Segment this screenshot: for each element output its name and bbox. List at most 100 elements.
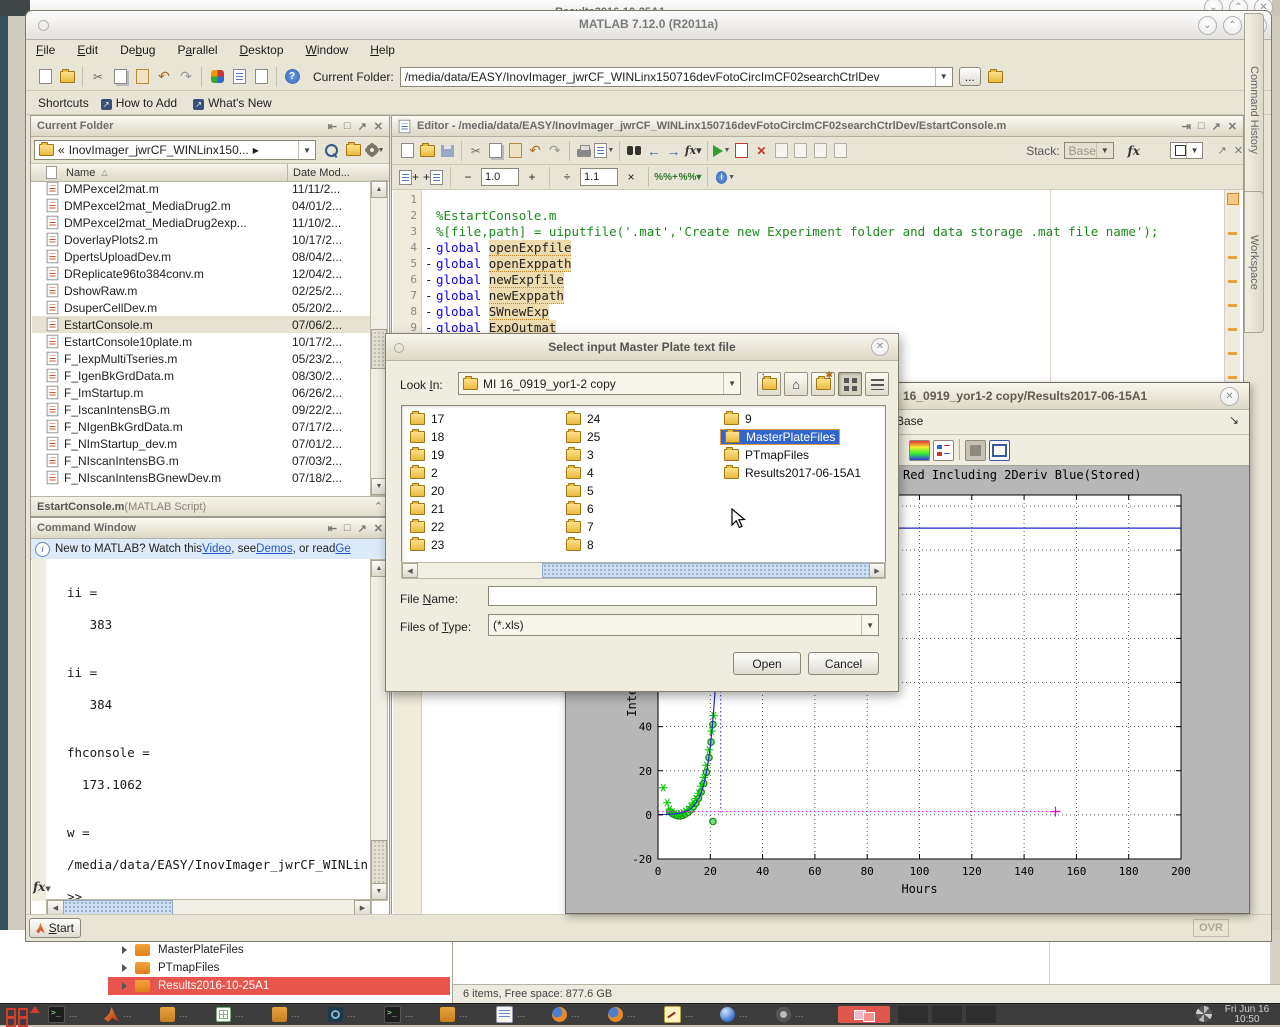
minimize-button[interactable]: ⌄	[1198, 16, 1217, 35]
info-icon[interactable]: i▼	[714, 166, 736, 188]
current-position-mark[interactable]	[1227, 193, 1239, 205]
new-file-icon[interactable]	[34, 66, 56, 88]
home-button[interactable]: ⌂	[784, 372, 808, 396]
name-column-header[interactable]: Name	[66, 167, 95, 179]
guide-icon[interactable]	[228, 66, 250, 88]
maximize-button[interactable]: ⌃	[1223, 16, 1242, 35]
open-folder-icon[interactable]	[56, 66, 78, 88]
increase-value-icon[interactable]: +	[521, 166, 543, 188]
file-row[interactable]: EstartConsole.m07/06/2...	[32, 316, 372, 333]
dialog-folder-item[interactable]: 21	[410, 500, 444, 518]
indent-icon[interactable]	[811, 140, 831, 162]
list-view-button[interactable]	[865, 372, 889, 396]
taskbar-item-folder[interactable]: ...	[272, 1006, 322, 1023]
taskbar-item-firefox[interactable]: ...	[552, 1006, 602, 1023]
folder-list-box[interactable]: 171819220212223 2425345678 9MasterPlateF…	[401, 405, 886, 563]
menu-file[interactable]: File	[36, 43, 55, 57]
workspace-switcher-icon[interactable]	[4, 1006, 42, 1023]
dialog-folder-item[interactable]: 22	[410, 518, 444, 536]
cell-prev-icon[interactable]	[771, 140, 791, 162]
fm-tree-row[interactable]: Results2016-10-25A1	[0, 977, 452, 995]
dialog-folder-item[interactable]: 7	[566, 518, 600, 536]
address-expand-icon[interactable]: ▶	[253, 146, 259, 155]
dialog-folder-item[interactable]: 3	[566, 446, 600, 464]
files-of-type-combo[interactable]: (*.xls) ▼	[488, 614, 879, 636]
video-link[interactable]: Video	[202, 543, 231, 555]
menu-debug[interactable]: Debug	[120, 43, 155, 57]
taskbar-active-window[interactable]	[838, 1006, 890, 1023]
code-line[interactable]: %EstartConsole.m	[436, 208, 1222, 224]
view-mode-combo[interactable]: ▼	[1170, 142, 1204, 159]
print-icon[interactable]	[574, 140, 594, 162]
dialog-close-button[interactable]: ✕	[871, 338, 889, 356]
code-line[interactable]: global openExppath	[436, 256, 1222, 272]
open-button[interactable]: Open	[733, 652, 801, 675]
browse-folder-button[interactable]: ...	[959, 67, 981, 86]
menu-desktop[interactable]: Desktop	[240, 43, 284, 57]
file-row[interactable]: DsuperCellDev.m05/20/2...	[32, 299, 372, 316]
dialog-menu-dot[interactable]	[394, 343, 404, 353]
taskbar-item-doc[interactable]: ...	[496, 1006, 546, 1023]
taskbar-item-terminal[interactable]: ...	[48, 1006, 98, 1023]
run-icon[interactable]: ▼	[712, 140, 732, 162]
shortcut-item[interactable]: ↗What's New	[193, 96, 272, 110]
file-row[interactable]: DoverlayPlots2.m10/17/2...	[32, 231, 372, 248]
close-panel-icon[interactable]: ✕	[1228, 120, 1237, 133]
insert-cell-above-icon[interactable]: +	[398, 166, 420, 188]
cut-icon[interactable]: ✂	[466, 140, 486, 162]
dialog-titlebar[interactable]: Select input Master Plate text file ✕	[386, 334, 898, 361]
address-collapse[interactable]: «	[58, 143, 65, 157]
dock-icon[interactable]: ⇤	[328, 120, 337, 133]
dialog-folder-item[interactable]: MasterPlateFiles	[724, 428, 861, 446]
eval-cell-icon[interactable]: %%+	[655, 166, 677, 188]
address-combo[interactable]: « InovImager_jwrCF_WINLinx150... ▶ ▼	[34, 140, 316, 160]
look-in-combo[interactable]: MI 16_0919_yor1-2 copy ▼	[458, 372, 741, 395]
up-one-level-button[interactable]: ↑	[757, 372, 781, 396]
simulink-icon[interactable]	[206, 66, 228, 88]
cancel-button[interactable]: Cancel	[808, 652, 879, 675]
current-folder-panel-titlebar[interactable]: Current Folder ⇤ □ ↗ ✕	[31, 116, 389, 137]
tab-command-history[interactable]: Command History	[1244, 13, 1264, 207]
dialog-folder-item[interactable]: 19	[410, 446, 444, 464]
up-folder-icon[interactable]	[985, 66, 1007, 88]
undock-icon[interactable]: ↗	[358, 522, 367, 535]
file-row[interactable]: EstartConsole10plate.m10/17/2...	[32, 333, 372, 350]
value-input-1[interactable]: 1.0	[481, 168, 519, 186]
fm-tree-row[interactable]: MasterPlateFiles	[0, 941, 452, 959]
file-row[interactable]: DMPexcel2mat_MediaDrug2.m04/01/2...	[32, 197, 372, 214]
clock[interactable]: Fri Jun 16 10:50	[1218, 1004, 1276, 1026]
undock-icon[interactable]: ↗	[358, 120, 367, 133]
file-row[interactable]: F_NIscanIntensBGnewDev.m07/18/2...	[32, 469, 372, 486]
help-icon[interactable]: ?	[281, 66, 303, 88]
start-button[interactable]: Start	[29, 918, 81, 938]
demos-link[interactable]: Demos	[256, 543, 292, 555]
close-panel-icon[interactable]: ✕	[374, 522, 383, 535]
menu-edit[interactable]: Edit	[77, 43, 98, 57]
forward-icon[interactable]: →	[664, 140, 684, 162]
redo-icon[interactable]: ↷	[545, 140, 565, 162]
taskbar-item-terminal[interactable]: ...	[384, 1006, 434, 1023]
function-browser-icon[interactable]: fx▾	[683, 140, 703, 162]
restore-icon[interactable]: □	[344, 120, 351, 133]
taskbar-item-folder[interactable]: ...	[440, 1006, 490, 1023]
dialog-folder-item[interactable]: Results2017-06-15A1	[724, 464, 861, 482]
command-window-titlebar[interactable]: Command Window ⇤ □ ↗ ✕	[31, 518, 389, 539]
taskbar-item-camera[interactable]: ...	[776, 1006, 826, 1023]
undo-icon[interactable]: ↶	[525, 140, 545, 162]
date-column-header[interactable]: Date Mod...	[293, 167, 350, 179]
profiler-icon[interactable]	[250, 66, 272, 88]
dock-icon[interactable]: ⇥	[1182, 120, 1191, 133]
search-result-mark[interactable]	[1228, 232, 1237, 235]
menu-parallel[interactable]: Parallel	[177, 43, 217, 57]
cell-next-icon[interactable]	[791, 140, 811, 162]
getting-started-link[interactable]: Ge	[335, 543, 350, 555]
file-row[interactable]: F_IscanIntensBG.m09/22/2...	[32, 401, 372, 418]
fm-tree-row[interactable]: PTmapFiles	[0, 959, 452, 977]
combo-dropdown-icon[interactable]: ▼	[935, 68, 948, 86]
cut-icon[interactable]: ✂	[87, 66, 109, 88]
current-folder-combo[interactable]: /media/data/EASY/InovImager_jwrCF_WINLin…	[400, 67, 953, 87]
file-row[interactable]: DshowRaw.m02/25/2...	[32, 282, 372, 299]
taskbar-item-sphere[interactable]: ...	[720, 1006, 770, 1023]
console-output[interactable]: ii = 383 ii = 384 fhconsole = 173.1062 w…	[67, 569, 368, 901]
menu-overflow-icon[interactable]: ↘	[1229, 413, 1239, 427]
